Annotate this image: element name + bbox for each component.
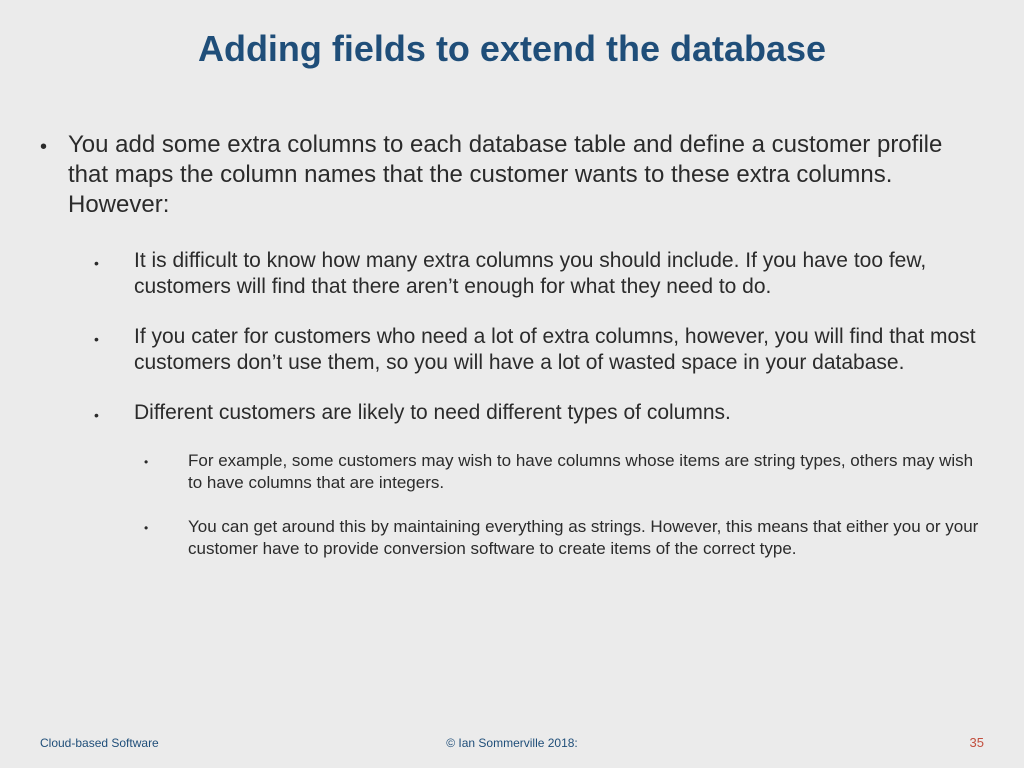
bullet-text: If you cater for customers who need a lo… <box>134 324 984 376</box>
bullet-text: Different customers are likely to need d… <box>134 400 731 428</box>
bullet-level-1: • You add some extra columns to each dat… <box>40 130 984 220</box>
bullet-text: For example, some customers may wish to … <box>188 450 984 494</box>
bullet-level-2: • It is difficult to know how many extra… <box>94 248 984 300</box>
bullet-icon: • <box>144 516 188 560</box>
bullet-icon: • <box>94 248 134 300</box>
bullet-level-3: • You can get around this by maintaining… <box>144 516 984 560</box>
bullet-level-2: • Different customers are likely to need… <box>94 400 984 428</box>
bullet-level-2: • If you cater for customers who need a … <box>94 324 984 376</box>
bullet-text: You add some extra columns to each datab… <box>68 130 984 220</box>
bullet-text: You can get around this by maintaining e… <box>188 516 984 560</box>
footer-center: © Ian Sommerville 2018: <box>40 736 984 750</box>
bullet-icon: • <box>40 130 68 220</box>
bullet-text: It is difficult to know how many extra c… <box>134 248 984 300</box>
level-2-group: • It is difficult to know how many extra… <box>94 248 984 560</box>
bullet-icon: • <box>94 324 134 376</box>
bullet-level-3: • For example, some customers may wish t… <box>144 450 984 494</box>
slide-title: Adding fields to extend the database <box>0 28 1024 70</box>
bullet-icon: • <box>94 400 134 428</box>
level-3-group: • For example, some customers may wish t… <box>144 450 984 560</box>
slide-content: • You add some extra columns to each dat… <box>40 130 984 582</box>
bullet-icon: • <box>144 450 188 494</box>
page-number: 35 <box>970 735 984 750</box>
slide: Adding fields to extend the database • Y… <box>0 0 1024 768</box>
